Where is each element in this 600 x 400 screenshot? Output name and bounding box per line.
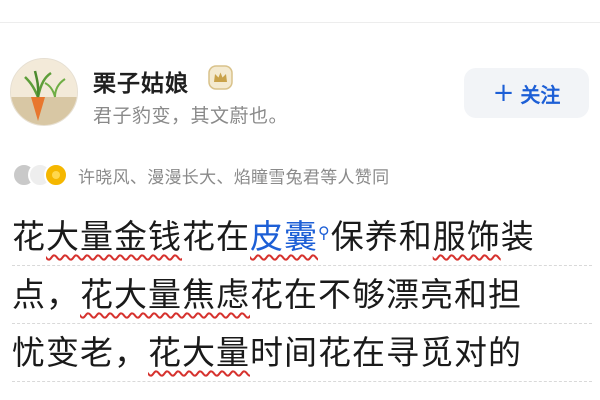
likers-text: 许晓风、漫漫长大、焰瞳雪兔君等人赞同 [78, 167, 390, 188]
plus-icon: + [492, 78, 515, 108]
search-icon[interactable]: ⚲ [318, 204, 331, 262]
highlighted-phrase: 花大量焦虑 [80, 275, 250, 314]
text-span: 花在 [182, 217, 250, 256]
keyword-link-pinang[interactable]: 皮囊 [250, 217, 318, 256]
liker-avatar [44, 163, 68, 187]
author-bio: 君子豹变，其文蔚也。 [93, 105, 289, 127]
text-span: 花在不够漂亮和担 [250, 275, 522, 314]
sun-icon [52, 171, 60, 179]
follow-label: 关注 [520, 82, 561, 107]
text-span: 忧变老， [12, 333, 148, 372]
answer-line: 花大量金钱花在皮囊⚲保养和服饰装 [12, 208, 592, 266]
highlighted-phrase: 服饰 [432, 217, 501, 256]
crown-badge-icon [208, 65, 233, 90]
answer-body: 花大量金钱花在皮囊⚲保养和服饰装 点，花大量焦虑花在不够漂亮和担 忧变老，花大量… [12, 208, 592, 382]
follow-button[interactable]: + 关注 [464, 68, 589, 118]
text-span: 装 [500, 217, 535, 256]
text-span: 点， [12, 275, 80, 314]
author-avatar[interactable] [10, 58, 78, 126]
text-span: 花 [12, 217, 46, 256]
answer-line: 点，花大量焦虑花在不够漂亮和担 [12, 266, 592, 324]
carrot-plant-icon [11, 59, 77, 125]
highlighted-phrase: 大量金钱 [46, 217, 182, 256]
text-span: 时间花在寻觅对的 [250, 333, 522, 372]
top-divider [0, 22, 600, 23]
likers-row[interactable]: 许晓风、漫漫长大、焰瞳雪兔君等人赞同 [12, 160, 389, 190]
author-name[interactable]: 栗子姑娘 [93, 64, 189, 98]
highlighted-phrase: 花大量 [148, 333, 250, 372]
answer-line: 忧变老，花大量时间花在寻觅对的 [12, 324, 592, 382]
text-span: 保养和 [330, 217, 433, 256]
